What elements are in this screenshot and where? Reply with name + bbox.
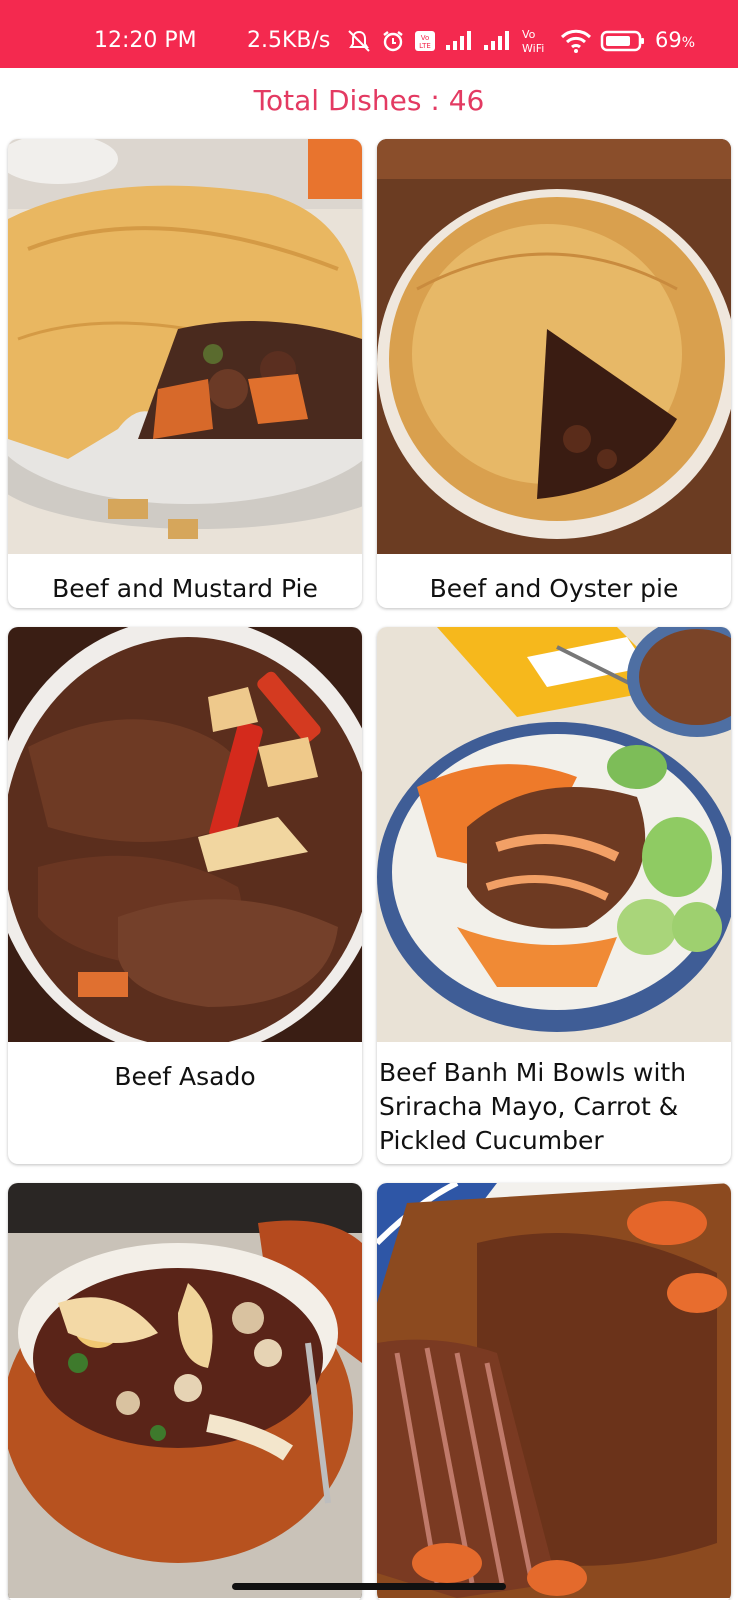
dish-card[interactable]	[8, 1183, 362, 1600]
svg-text:Vo: Vo	[522, 28, 536, 41]
svg-text:WiFi: WiFi	[522, 42, 544, 55]
volte-icon: Vo LTE	[414, 29, 436, 57]
battery-icon	[600, 29, 646, 57]
dish-name: Beef Asado	[114, 1062, 256, 1091]
dish-card[interactable]: Beef Asado	[8, 627, 362, 1164]
dish-image	[8, 1183, 362, 1598]
status-time: 12:20 PM	[94, 28, 197, 53]
dish-image	[377, 627, 731, 1042]
dish-name: Beef and Oyster pie	[429, 574, 679, 603]
dish-image	[8, 627, 362, 1042]
dish-card[interactable]: Beef and Oyster pie	[377, 139, 731, 608]
network-speed: 2.5KB/s	[247, 28, 331, 53]
home-indicator[interactable]	[232, 1583, 506, 1590]
svg-text:LTE: LTE	[419, 42, 431, 50]
dish-image	[377, 1183, 731, 1598]
alarm-icon	[380, 28, 406, 58]
dish-image	[8, 139, 362, 554]
dish-card[interactable]	[377, 1183, 731, 1600]
dish-name: Beef Banh Mi Bowls with Sriracha Mayo, C…	[379, 1058, 687, 1155]
signal-icon	[444, 30, 474, 56]
signal-icon	[482, 30, 512, 56]
battery-percent-suffix: %	[681, 35, 696, 51]
svg-text:Vo: Vo	[421, 34, 430, 42]
dish-card[interactable]: Beef and Mustard Pie	[8, 139, 362, 608]
status-icons: Vo LTE Vo WiFi	[346, 26, 646, 60]
mute-icon	[346, 28, 372, 58]
battery-percent: 69%	[655, 28, 695, 52]
dish-image	[377, 139, 731, 554]
status-bar: 12:20 PM 2.5KB/s Vo LTE Vo WiFi 69%	[0, 0, 738, 68]
battery-percent-value: 69	[655, 28, 682, 52]
dish-card[interactable]: Beef Banh Mi Bowls with Sriracha Mayo, C…	[377, 627, 731, 1164]
vowifi-icon: Vo WiFi	[520, 26, 552, 60]
dish-name: Beef and Mustard Pie	[52, 574, 318, 603]
wifi-icon	[560, 28, 592, 58]
total-dishes-title: Total Dishes : 46	[253, 84, 485, 117]
